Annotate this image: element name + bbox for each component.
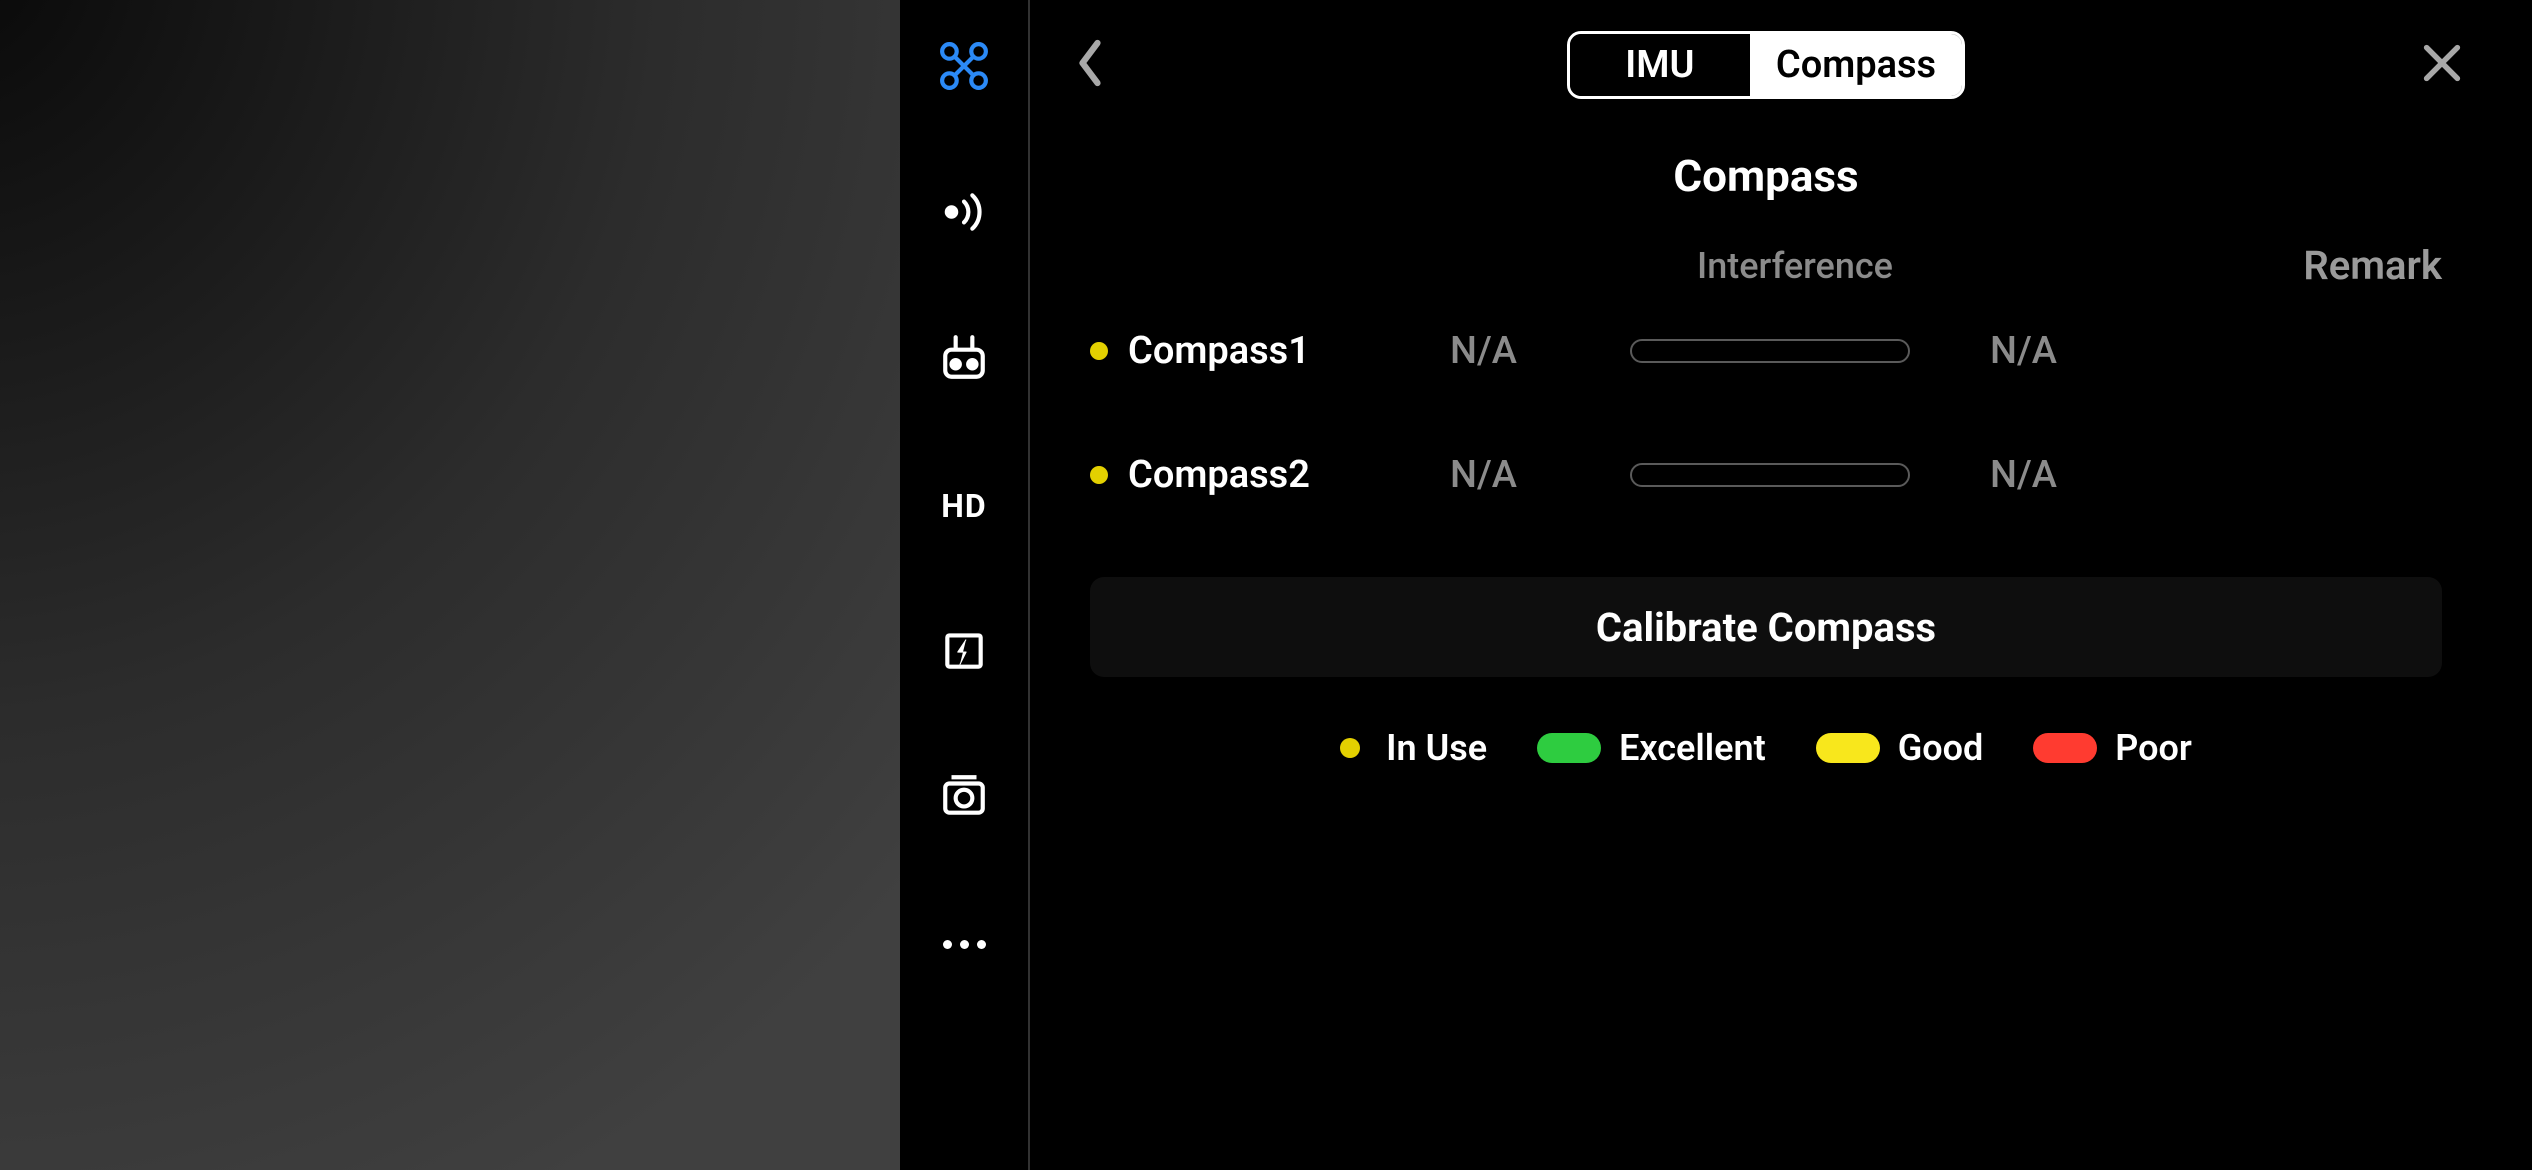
sidebar-item-battery[interactable] bbox=[936, 624, 992, 680]
sidebar-item-drone[interactable] bbox=[936, 40, 992, 96]
tab-imu[interactable]: IMU bbox=[1570, 34, 1750, 96]
compass-name: Compass1 bbox=[1128, 329, 1310, 373]
pill-red-icon bbox=[2033, 733, 2097, 763]
settings-sidebar: HD bbox=[900, 0, 1030, 1170]
compass-remark: N/A bbox=[1960, 453, 2442, 497]
chevron-left-icon bbox=[1073, 38, 1107, 92]
sidebar-item-rc[interactable] bbox=[936, 332, 992, 388]
compass-name: Compass2 bbox=[1128, 453, 1310, 497]
legend-poor: Poor bbox=[2115, 727, 2192, 769]
compass-row-1: Compass1 N/A N/A bbox=[1090, 329, 2442, 373]
pill-green-icon bbox=[1537, 733, 1601, 763]
back-button[interactable] bbox=[1060, 35, 1120, 95]
more-icon bbox=[943, 940, 986, 949]
sidebar-item-hd[interactable]: HD bbox=[936, 478, 992, 534]
calibrate-compass-button[interactable]: Calibrate Compass bbox=[1090, 577, 2442, 677]
drone-icon bbox=[939, 41, 989, 95]
sidebar-item-sensing[interactable] bbox=[936, 186, 992, 242]
sidebar-item-more[interactable] bbox=[936, 916, 992, 972]
compass-status: N/A bbox=[1450, 453, 1630, 497]
camera-icon bbox=[939, 771, 989, 825]
rc-icon bbox=[939, 333, 989, 387]
pill-yellow-icon bbox=[1816, 733, 1880, 763]
column-header-interference: Interference bbox=[1630, 245, 1960, 287]
close-icon bbox=[2420, 41, 2464, 89]
hd-icon: HD bbox=[941, 487, 986, 525]
in-use-dot-icon bbox=[1340, 738, 1360, 758]
close-button[interactable] bbox=[2412, 35, 2472, 95]
battery-nav-icon bbox=[939, 625, 989, 679]
column-header-remark: Remark bbox=[1960, 242, 2442, 289]
camera-background bbox=[0, 0, 900, 1170]
in-use-dot-icon bbox=[1090, 466, 1108, 484]
legend-good: Good bbox=[1898, 727, 1984, 769]
compass-row-2: Compass2 N/A N/A bbox=[1090, 453, 2442, 497]
compass-remark: N/A bbox=[1960, 329, 2442, 373]
legend-in-use: In Use bbox=[1386, 727, 1487, 769]
sensor-state-panel: IMU Compass Compass Interference Remark … bbox=[1030, 0, 2532, 1170]
compass-status: N/A bbox=[1450, 329, 1630, 373]
in-use-dot-icon bbox=[1090, 342, 1108, 360]
interference-bar bbox=[1630, 463, 1910, 487]
legend: In Use Excellent Good Poor bbox=[1090, 727, 2442, 769]
interference-bar bbox=[1630, 339, 1910, 363]
tab-compass[interactable]: Compass bbox=[1750, 34, 1962, 96]
section-title: Compass bbox=[1090, 150, 2442, 202]
signal-icon bbox=[939, 187, 989, 241]
imu-compass-segment: IMU Compass bbox=[1567, 31, 1965, 99]
sidebar-item-camera[interactable] bbox=[936, 770, 992, 826]
legend-excellent: Excellent bbox=[1619, 727, 1766, 769]
